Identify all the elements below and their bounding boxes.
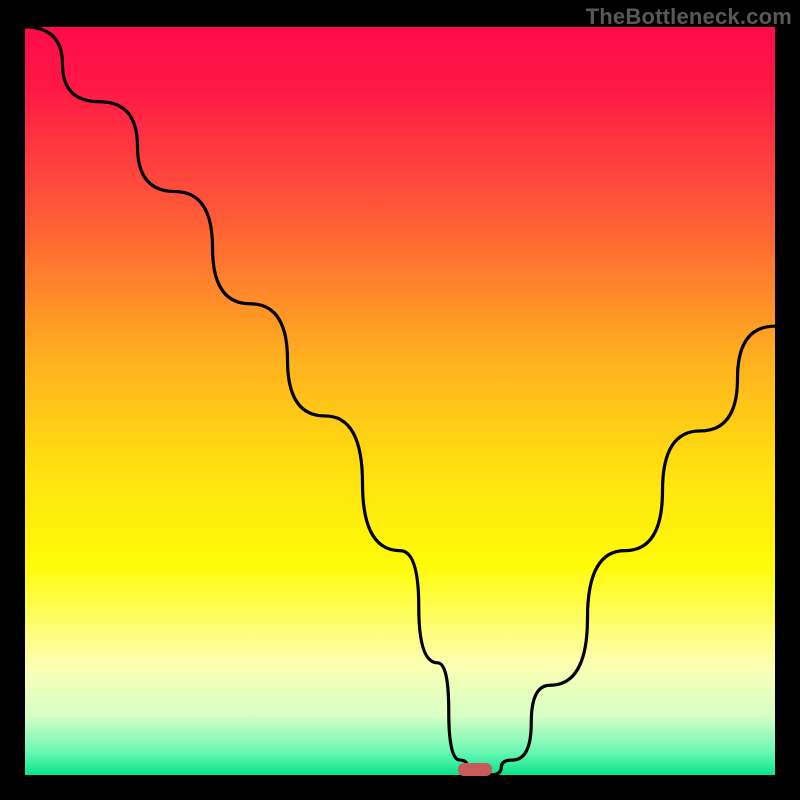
watermark-text: TheBottleneck.com xyxy=(586,4,792,30)
minimum-marker xyxy=(458,763,492,776)
bottleneck-plot xyxy=(0,0,800,800)
chart-frame: TheBottleneck.com xyxy=(0,0,800,800)
